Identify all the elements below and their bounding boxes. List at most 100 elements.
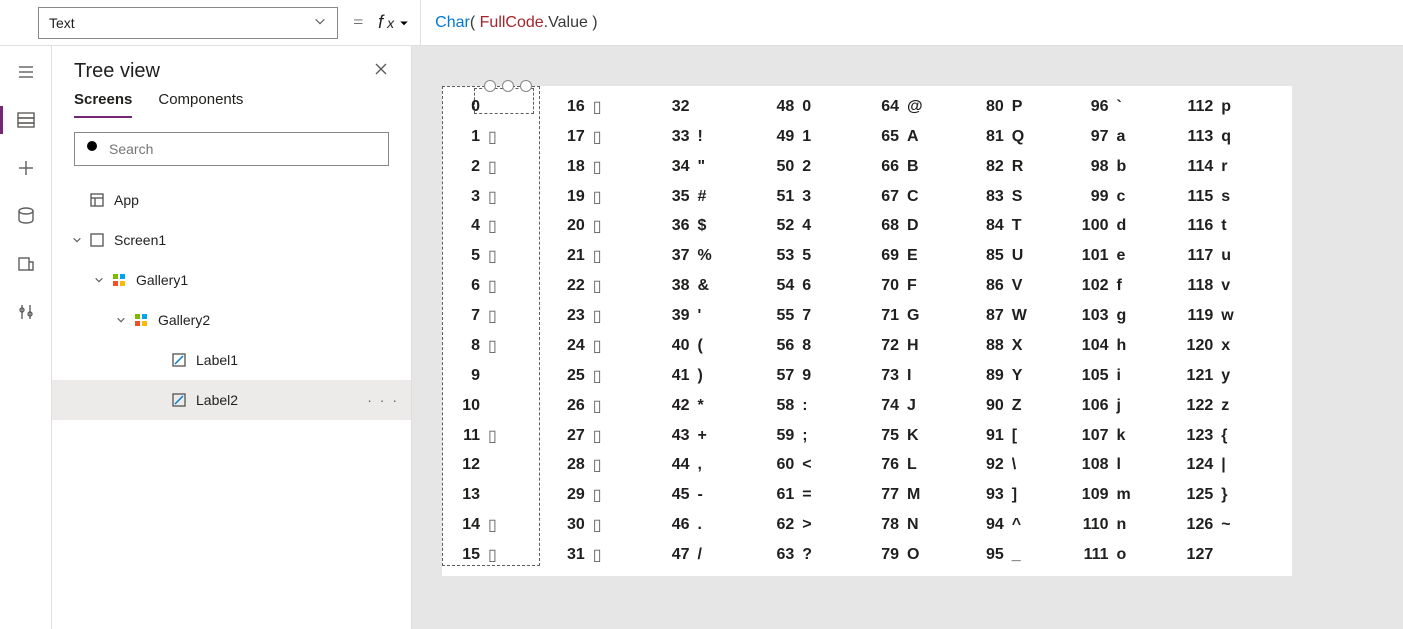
tree-item-label: Label2 xyxy=(196,392,238,408)
insert-icon[interactable] xyxy=(6,148,46,188)
tree-view-icon[interactable] xyxy=(6,100,46,140)
ascii-code: 95 xyxy=(972,546,1012,564)
app-preview[interactable]: 01▯2▯3▯4▯5▯6▯7▯8▯91011▯121314▯15▯16▯17▯1… xyxy=(442,86,1292,576)
ascii-glyph: ▯ xyxy=(488,276,497,296)
ascii-glyph: , xyxy=(698,456,702,474)
ascii-cell: 75K xyxy=(867,421,972,451)
ascii-code: 2 xyxy=(448,158,488,176)
ascii-code: 77 xyxy=(867,486,907,504)
ascii-code: 122 xyxy=(1181,397,1221,415)
ascii-cell: 73I xyxy=(867,361,972,391)
tree-item-gallery2[interactable]: Gallery2 xyxy=(52,300,411,340)
ascii-code: 16 xyxy=(553,98,593,116)
tab-screens[interactable]: Screens xyxy=(74,91,132,118)
resize-handle[interactable] xyxy=(502,80,514,92)
tree-item-label1[interactable]: Label1 xyxy=(52,340,411,380)
ascii-code: 74 xyxy=(867,397,907,415)
ascii-code: 15 xyxy=(448,546,488,564)
ascii-cell: 88X xyxy=(972,331,1077,361)
chevron-down-icon[interactable] xyxy=(92,275,106,285)
ascii-code: 88 xyxy=(972,337,1012,355)
ascii-cell: 64@ xyxy=(867,92,972,122)
ascii-code: 84 xyxy=(972,217,1012,235)
ascii-code: 65 xyxy=(867,128,907,146)
media-icon[interactable] xyxy=(6,244,46,284)
ascii-glyph: - xyxy=(698,486,703,504)
ascii-glyph: ] xyxy=(1012,486,1017,504)
ascii-cell: 31▯ xyxy=(553,540,658,570)
ascii-glyph: U xyxy=(1012,247,1024,265)
resize-handle[interactable] xyxy=(520,80,532,92)
ascii-glyph: & xyxy=(698,277,710,295)
ascii-cell: 112p xyxy=(1181,92,1286,122)
canvas[interactable]: 01▯2▯3▯4▯5▯6▯7▯8▯91011▯121314▯15▯16▯17▯1… xyxy=(412,46,1403,629)
data-icon[interactable] xyxy=(6,196,46,236)
property-dropdown[interactable]: Text xyxy=(38,7,338,39)
ascii-glyph: ▯ xyxy=(593,157,602,177)
search-input[interactable] xyxy=(109,141,378,157)
ascii-cell: 25▯ xyxy=(553,361,658,391)
chevron-down-icon[interactable] xyxy=(70,235,84,245)
ascii-cell: 115s xyxy=(1181,182,1286,212)
chevron-down-icon[interactable] xyxy=(114,315,128,325)
ascii-cell: 93] xyxy=(972,480,1077,510)
tree-item-app[interactable]: App xyxy=(52,180,411,220)
ascii-cell: 105i xyxy=(1077,361,1182,391)
tools-icon[interactable] xyxy=(6,292,46,332)
tree-list: AppScreen1Gallery1Gallery2Label1 Label2 · … xyxy=(52,180,411,420)
ascii-glyph: E xyxy=(907,247,918,265)
ascii-glyph: ▯ xyxy=(593,276,602,296)
ascii-glyph: 2 xyxy=(802,158,811,176)
ascii-code: 62 xyxy=(762,516,802,534)
ascii-cell: 114r xyxy=(1181,152,1286,182)
ascii-code: 3 xyxy=(448,188,488,206)
ascii-glyph: % xyxy=(698,247,712,265)
ascii-glyph: A xyxy=(907,128,919,146)
ascii-code: 8 xyxy=(448,337,488,355)
ascii-code: 11 xyxy=(448,427,488,445)
ascii-cell: 23▯ xyxy=(553,301,658,331)
tab-components[interactable]: Components xyxy=(158,91,243,118)
fx-icon[interactable]: fx xyxy=(378,0,421,45)
ascii-code: 43 xyxy=(658,427,698,445)
ascii-cell: 26▯ xyxy=(553,391,658,421)
ascii-glyph: j xyxy=(1117,397,1121,415)
ascii-cell: 20▯ xyxy=(553,212,658,242)
ascii-code: 9 xyxy=(448,367,488,385)
ascii-code: 44 xyxy=(658,456,698,474)
ascii-cell: 117u xyxy=(1181,241,1286,271)
ascii-cell: 46. xyxy=(658,510,763,540)
tree-item-screen1[interactable]: Screen1 xyxy=(52,220,411,260)
more-icon[interactable]: · · · xyxy=(367,392,399,408)
formula-input[interactable]: Char ( FullCode . Value ) xyxy=(421,0,1403,45)
ascii-code: 32 xyxy=(658,98,698,116)
tree-search[interactable] xyxy=(74,132,389,166)
ascii-code: 19 xyxy=(553,188,593,206)
ascii-glyph: # xyxy=(698,188,707,206)
ascii-column: 01▯2▯3▯4▯5▯6▯7▯8▯91011▯121314▯15▯ xyxy=(448,92,553,570)
ascii-glyph: 4 xyxy=(802,217,811,235)
ascii-glyph: e xyxy=(1117,247,1126,265)
ascii-glyph: 1 xyxy=(802,128,811,146)
ascii-cell: 107k xyxy=(1077,421,1182,451)
close-icon[interactable] xyxy=(373,61,389,82)
ascii-glyph: f xyxy=(1117,277,1122,295)
ascii-glyph: K xyxy=(907,427,919,445)
selection-handles[interactable] xyxy=(484,80,532,92)
ascii-code: 81 xyxy=(972,128,1012,146)
tree-item-gallery1[interactable]: Gallery1 xyxy=(52,260,411,300)
ascii-code: 5 xyxy=(448,247,488,265)
hamburger-icon[interactable] xyxy=(6,52,46,92)
ascii-code: 92 xyxy=(972,456,1012,474)
ascii-cell: 68D xyxy=(867,212,972,242)
ascii-code: 69 xyxy=(867,247,907,265)
ascii-cell: 126~ xyxy=(1181,510,1286,540)
ascii-glyph: ▯ xyxy=(593,426,602,446)
ascii-cell: 67C xyxy=(867,182,972,212)
ascii-code: 93 xyxy=(972,486,1012,504)
formula-token-paren-close: ) xyxy=(588,14,598,32)
tree-item-label2[interactable]: Label2 · · · xyxy=(52,380,411,420)
ascii-code: 29 xyxy=(553,486,593,504)
ascii-glyph: u xyxy=(1221,247,1231,265)
resize-handle[interactable] xyxy=(484,80,496,92)
